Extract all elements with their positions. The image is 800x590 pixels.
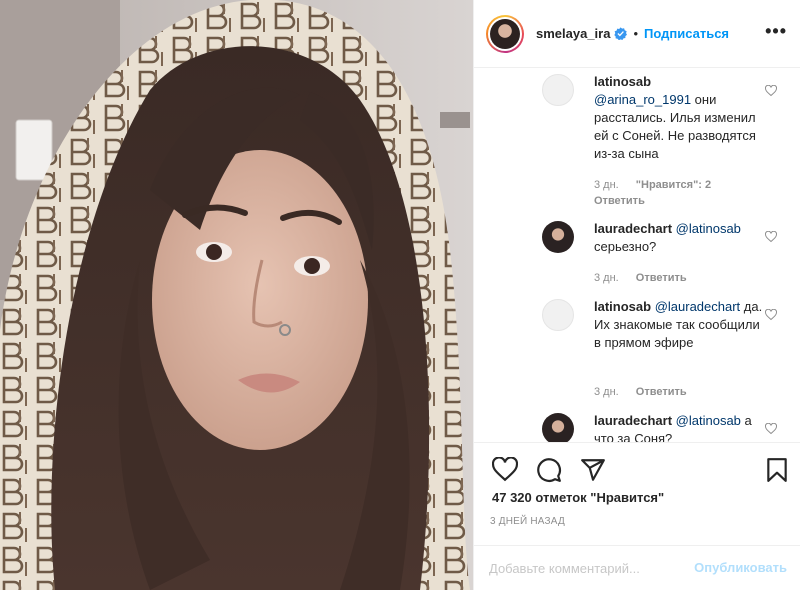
commenter-avatar[interactable]: [542, 413, 574, 442]
comment-mention[interactable]: @lauradechart: [655, 299, 740, 314]
comments-list[interactable]: latinosab @arina_ro_1991 они расстались.…: [474, 69, 800, 442]
heart-icon[interactable]: [492, 457, 518, 483]
comment-author[interactable]: lauradechart: [594, 221, 672, 236]
author-avatar[interactable]: [486, 14, 524, 53]
comment-mention[interactable]: @latinosab: [676, 413, 741, 428]
comment-time: 3 дн.: [594, 179, 619, 191]
post-actions-bar: [474, 442, 800, 492]
comment-meta: 3 дн. Ответить: [594, 272, 687, 284]
post-sidebar: smelaya_ira • Подписаться ••• latinosab …: [473, 0, 800, 590]
comment-meta: 3 дн. "Нравится": 2: [594, 179, 711, 191]
comment-mention[interactable]: @latinosab: [676, 221, 741, 236]
bookmark-icon[interactable]: [764, 457, 790, 483]
comment-item: lauradechart @latinosab а что за Соня?: [594, 412, 764, 442]
follow-button[interactable]: Подписаться: [644, 26, 729, 41]
comment-input[interactable]: [489, 558, 679, 578]
post-photo[interactable]: [0, 0, 473, 590]
comment-time: 3 дн.: [594, 272, 619, 284]
commenter-avatar[interactable]: [542, 221, 574, 253]
share-icon[interactable]: [580, 457, 606, 483]
comment-like-icon[interactable]: [765, 85, 777, 97]
post-photo-illustration: [0, 0, 473, 590]
comment-text: серьезно?: [594, 239, 657, 254]
author-username[interactable]: smelaya_ira: [536, 26, 610, 41]
post-date[interactable]: 3 ДНЕЙ НАЗАД: [490, 516, 565, 527]
publish-button[interactable]: Опубликовать: [694, 560, 787, 575]
add-comment-section: Опубликовать: [474, 545, 800, 590]
comment-mention[interactable]: @arina_ro_1991: [594, 92, 691, 107]
comment-author[interactable]: lauradechart: [594, 413, 672, 428]
comment-like-icon[interactable]: [765, 231, 777, 243]
comment-item: lauradechart @latinosab серьезно?: [594, 220, 764, 256]
commenter-avatar[interactable]: [542, 299, 574, 331]
reply-button[interactable]: Ответить: [636, 386, 687, 398]
post-header: smelaya_ira • Подписаться •••: [474, 0, 800, 68]
comment-like-icon[interactable]: [765, 423, 777, 435]
commenter-avatar[interactable]: [542, 74, 574, 106]
comment-icon[interactable]: [536, 457, 562, 483]
comment-like-icon[interactable]: [765, 309, 777, 321]
likes-count[interactable]: 47 320 отметок "Нравится": [492, 490, 664, 505]
comment-author[interactable]: latinosab: [594, 74, 651, 89]
comment-likes[interactable]: "Нравится": 2: [636, 179, 711, 191]
comment-meta: 3 дн. Ответить: [594, 386, 687, 398]
comment-time: 3 дн.: [594, 386, 619, 398]
comment-item: latinosab @lauradechart да. Их знакомые …: [594, 298, 764, 352]
comment-author[interactable]: latinosab: [594, 299, 651, 314]
verified-badge-icon: [614, 27, 628, 40]
more-options-icon[interactable]: •••: [765, 22, 787, 40]
separator-dot: •: [633, 26, 639, 41]
author-avatar-image: [490, 18, 520, 49]
comment-item: latinosab @arina_ro_1991 они расстались.…: [594, 73, 764, 163]
reply-button[interactable]: Ответить: [636, 272, 687, 284]
reply-button[interactable]: Ответить: [594, 195, 645, 207]
